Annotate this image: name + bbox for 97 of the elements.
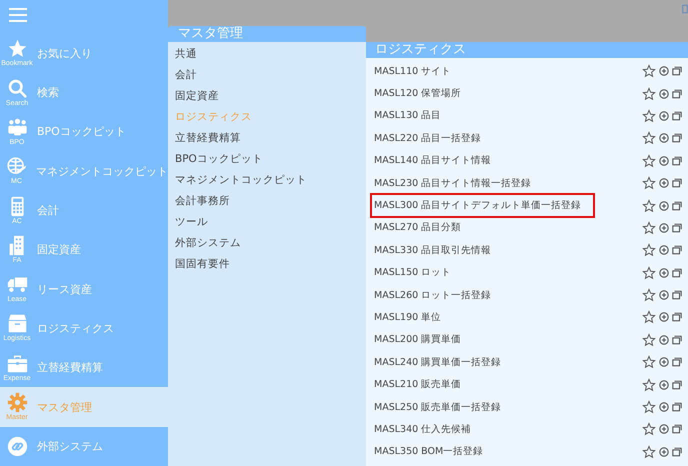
- add-icon[interactable]: [659, 402, 669, 412]
- menu-link[interactable]: MASL240 購買単価一括登録: [370, 350, 516, 375]
- star-icon[interactable]: [642, 332, 656, 347]
- add-icon[interactable]: [659, 424, 669, 434]
- window-icon[interactable]: [672, 334, 682, 345]
- add-icon[interactable]: [659, 133, 669, 144]
- star-icon[interactable]: [642, 86, 656, 101]
- menu-link[interactable]: MASL350 BOM一括登録: [370, 439, 498, 464]
- nav-label: お気に入り: [37, 46, 92, 61]
- star-icon[interactable]: [642, 266, 656, 280]
- menu-link[interactable]: MASL220 品目一括登録: [370, 126, 496, 151]
- window-icon[interactable]: [672, 446, 682, 457]
- menu-link[interactable]: MASL190 単位: [370, 305, 456, 330]
- star-icon[interactable]: [642, 378, 656, 392]
- window-icon[interactable]: [672, 133, 682, 144]
- nav-label: ロジスティクス: [37, 320, 114, 336]
- add-icon[interactable]: [659, 200, 669, 211]
- add-icon[interactable]: [659, 290, 669, 300]
- menu-link[interactable]: MASL260 ロット一括登録: [370, 282, 506, 308]
- star-icon[interactable]: [642, 288, 656, 302]
- nav-label: 立替経費精算: [37, 360, 103, 376]
- submenu-item[interactable]: BPOコックピット: [168, 149, 366, 170]
- nav-label: マスタ管理: [37, 400, 92, 415]
- star-icon[interactable]: [642, 243, 656, 258]
- window-icon[interactable]: [672, 156, 682, 166]
- add-icon[interactable]: [659, 357, 669, 368]
- nav-label: 固定資産: [37, 242, 81, 258]
- window-icon[interactable]: [672, 357, 682, 368]
- window-icon[interactable]: [672, 268, 682, 278]
- add-icon[interactable]: [659, 156, 669, 166]
- star-icon: [6, 38, 28, 60]
- window-icon[interactable]: [672, 200, 682, 211]
- briefcase-icon: [6, 352, 28, 374]
- star-icon[interactable]: [642, 198, 656, 213]
- window-icon[interactable]: [672, 110, 682, 121]
- nav-label: マネジメントコックピット: [36, 164, 168, 179]
- nav-label: リース資産: [37, 282, 92, 297]
- star-icon[interactable]: [642, 108, 656, 123]
- menu-link[interactable]: MASL230 品目サイト情報一括登録: [370, 170, 546, 196]
- submenu-item[interactable]: 外部システム: [168, 233, 366, 254]
- submenu-item[interactable]: ツール: [168, 212, 366, 233]
- star-icon[interactable]: [642, 355, 656, 370]
- box-icon: [6, 313, 28, 334]
- submenu-item[interactable]: 会計事務所: [168, 191, 366, 212]
- add-icon[interactable]: [659, 178, 669, 188]
- menu-link[interactable]: MASL330 品目取引先情報: [370, 238, 506, 263]
- window-icon[interactable]: [672, 245, 682, 256]
- menu-link[interactable]: MASL110 サイト: [370, 58, 466, 84]
- add-icon[interactable]: [659, 222, 669, 233]
- link-icon: [6, 436, 28, 457]
- star-icon[interactable]: [642, 400, 656, 414]
- window-icon[interactable]: [672, 380, 682, 390]
- add-icon[interactable]: [659, 110, 669, 121]
- add-icon[interactable]: [659, 312, 669, 322]
- submenu-item[interactable]: 会計: [168, 65, 366, 86]
- window-icon[interactable]: [672, 402, 682, 412]
- panel-header: ロジスティクス: [366, 42, 688, 58]
- add-icon[interactable]: [659, 446, 669, 457]
- star-icon[interactable]: [642, 64, 656, 78]
- submenu-item[interactable]: 固定資産: [168, 86, 366, 107]
- window-icon[interactable]: [672, 222, 682, 233]
- menu-link[interactable]: MASL300 品目サイトデフォルト単価一括登録: [370, 193, 596, 218]
- star-icon[interactable]: [642, 176, 656, 190]
- window-icon[interactable]: [672, 424, 682, 434]
- add-icon[interactable]: [659, 268, 669, 278]
- search-icon: [6, 78, 28, 99]
- add-icon[interactable]: [659, 245, 669, 256]
- window-icon[interactable]: [672, 290, 682, 300]
- nav-label: 外部システム: [37, 438, 103, 454]
- add-icon[interactable]: [659, 66, 669, 76]
- star-icon[interactable]: [642, 310, 656, 324]
- add-icon[interactable]: [659, 88, 669, 99]
- submenu-item[interactable]: 国固有要件: [168, 254, 366, 275]
- window-icon[interactable]: [672, 312, 682, 322]
- submenu-item[interactable]: 立替経費精算: [168, 128, 366, 149]
- window-icon[interactable]: [672, 88, 682, 99]
- window-icon[interactable]: [672, 66, 682, 76]
- menu-link[interactable]: MASL150 ロット: [370, 260, 466, 286]
- star-icon[interactable]: [642, 131, 656, 146]
- menu-link[interactable]: MASL210 販売単価: [370, 372, 476, 398]
- menu-link[interactable]: MASL200 購買単価: [370, 327, 476, 352]
- gear-icon: [6, 392, 28, 414]
- submenu-item[interactable]: 共通: [168, 44, 366, 65]
- nav-label: 検索: [37, 85, 59, 100]
- add-icon[interactable]: [659, 380, 669, 390]
- nav-label: 会計: [37, 203, 59, 218]
- menu-link[interactable]: MASL140 品目サイト情報: [370, 148, 506, 174]
- submenu-item[interactable]: マネジメントコックピット: [168, 170, 366, 191]
- star-icon[interactable]: [642, 422, 656, 436]
- nav-label: BPOコックピット: [37, 124, 126, 140]
- star-icon[interactable]: [642, 444, 656, 459]
- people-icon: [6, 116, 28, 138]
- star-icon[interactable]: [642, 154, 656, 168]
- star-icon[interactable]: [642, 220, 656, 235]
- window-icon[interactable]: [672, 178, 682, 188]
- panel-header: マスタ管理: [168, 26, 366, 42]
- add-icon[interactable]: [659, 334, 669, 345]
